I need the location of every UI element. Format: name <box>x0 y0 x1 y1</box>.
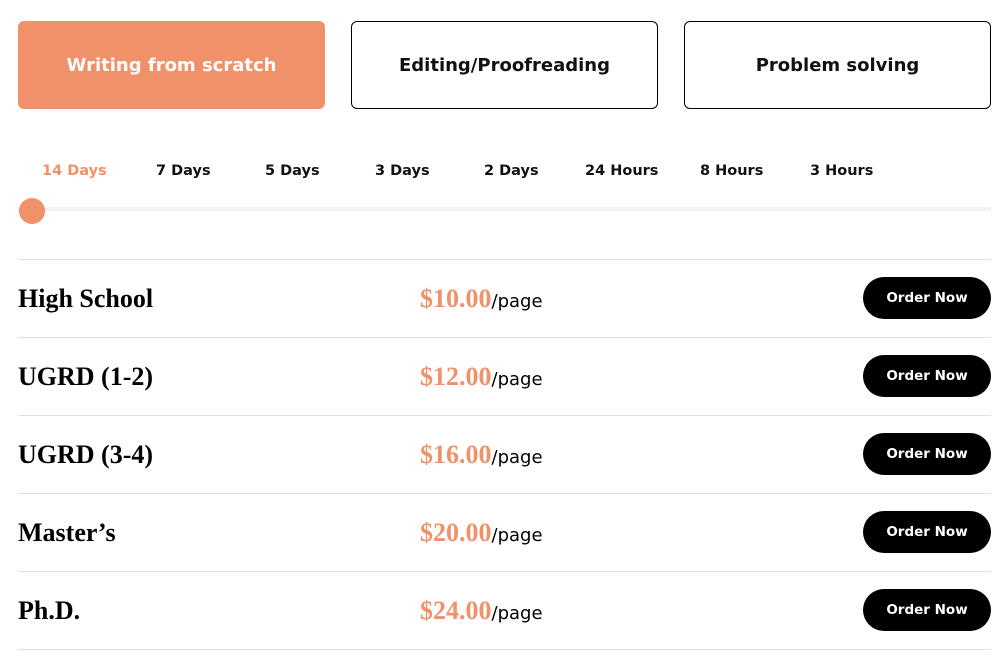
deadline-option-8-hours[interactable]: 8 Hours <box>700 163 763 179</box>
academic-level: UGRD (1-2) <box>18 362 154 391</box>
price: $16.00/page <box>420 440 543 470</box>
price-row-masters: Master’s $20.00/page Order Now <box>18 493 991 571</box>
tab-editing-proofreading[interactable]: Editing/Proofreading <box>351 21 658 109</box>
deadline-option-24-hours[interactable]: 24 Hours <box>585 163 658 179</box>
order-now-button[interactable]: Order Now <box>863 355 991 397</box>
tab-problem-solving[interactable]: Problem solving <box>684 21 991 109</box>
price: $12.00/page <box>420 362 543 392</box>
academic-level: Ph.D. <box>18 596 81 625</box>
price-amount: $12.00 <box>420 362 492 391</box>
deadline-option-5-days[interactable]: 5 Days <box>265 163 320 179</box>
price-row-phd: Ph.D. $24.00/page Order Now <box>18 571 991 650</box>
price-unit: /page <box>491 369 543 390</box>
price-unit: /page <box>491 603 543 624</box>
deadline-option-3-hours[interactable]: 3 Hours <box>810 163 873 179</box>
order-now-button[interactable]: Order Now <box>863 589 991 631</box>
price-amount: $10.00 <box>420 284 492 313</box>
deadline-option-3-days[interactable]: 3 Days <box>375 163 430 179</box>
academic-level: Master’s <box>18 518 116 547</box>
deadline-option-7-days[interactable]: 7 Days <box>156 163 211 179</box>
deadline-option-2-days[interactable]: 2 Days <box>484 163 539 179</box>
price: $24.00/page <box>420 596 543 626</box>
academic-level: High School <box>18 284 154 313</box>
price-unit: /page <box>491 447 543 468</box>
price: $10.00/page <box>420 284 543 314</box>
academic-level: UGRD (3-4) <box>18 440 154 469</box>
order-now-button[interactable]: Order Now <box>863 511 991 553</box>
price-table: High School $10.00/page Order Now UGRD (… <box>18 259 991 650</box>
price-row-high-school: High School $10.00/page Order Now <box>18 259 991 337</box>
price-row-ugrd-1-2: UGRD (1-2) $12.00/page Order Now <box>18 337 991 415</box>
deadline-options: 14 Days 7 Days 5 Days 3 Days 2 Days 24 H… <box>0 163 1006 185</box>
service-type-tabs: Writing from scratch Editing/Proofreadin… <box>18 21 991 109</box>
price-amount: $24.00 <box>420 596 492 625</box>
deadline-slider-handle[interactable] <box>19 198 45 224</box>
order-now-button[interactable]: Order Now <box>863 433 991 475</box>
price-amount: $20.00 <box>420 518 492 547</box>
tab-writing-from-scratch[interactable]: Writing from scratch <box>18 21 325 109</box>
price-amount: $16.00 <box>420 440 492 469</box>
price-unit: /page <box>491 525 543 546</box>
deadline-slider-track[interactable] <box>18 207 991 211</box>
price: $20.00/page <box>420 518 543 548</box>
order-now-button[interactable]: Order Now <box>863 277 991 319</box>
price-row-ugrd-3-4: UGRD (3-4) $16.00/page Order Now <box>18 415 991 493</box>
deadline-option-14-days[interactable]: 14 Days <box>42 163 107 179</box>
price-unit: /page <box>491 291 543 312</box>
